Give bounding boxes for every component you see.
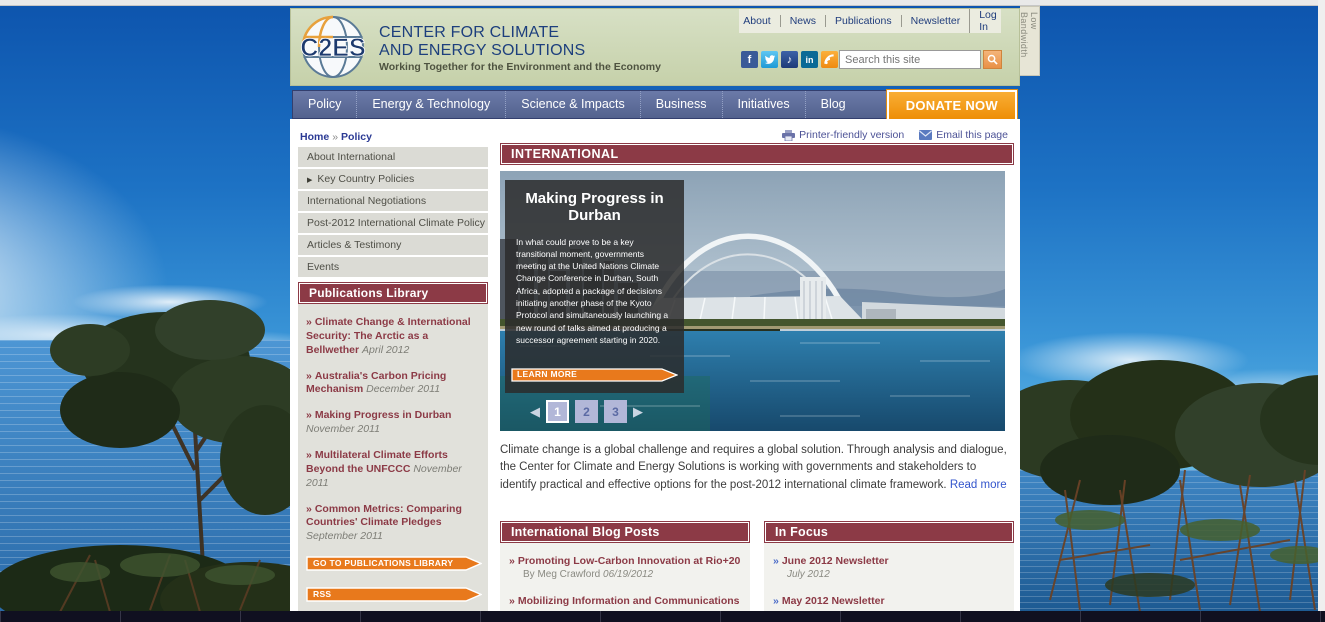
international-section-header: INTERNATIONAL	[500, 143, 1014, 165]
donate-now-button[interactable]: DONATE NOW	[887, 90, 1017, 121]
in-focus-item[interactable]: »June 2012 Newsletter July 2012	[773, 554, 1005, 582]
publication-item[interactable]: »Making Progress in Durban November 2011	[306, 409, 480, 437]
printer-icon	[782, 130, 795, 141]
blog-posts-header: International Blog Posts	[500, 521, 750, 543]
nav-item-blog[interactable]: Blog	[805, 91, 861, 118]
publication-item[interactable]: »Common Metrics: Comparing Countries' Cl…	[306, 503, 480, 545]
social-icons: f ♪ in	[741, 51, 838, 68]
nav-item-policy[interactable]: Policy	[293, 91, 356, 118]
carousel-pager: ◀ 1 2 3 ▶	[530, 400, 643, 423]
sidebar-item-key-country-policies[interactable]: ▶Key Country Policies	[298, 169, 488, 189]
carousel-page-2[interactable]: 2	[575, 400, 598, 423]
publications-library-header: Publications Library	[298, 282, 488, 304]
breadcrumb-separator: »	[329, 131, 341, 143]
linkedin-icon[interactable]: in	[801, 51, 818, 68]
blog-post[interactable]: »Promoting Low-Carbon Innovation at Rio+…	[509, 554, 741, 582]
utility-nav: About News Publications Newsletter Log I…	[739, 9, 1001, 33]
slide-text: In what could prove to be a key transiti…	[505, 234, 684, 349]
carousel: Making Progress in Durban In what could …	[500, 171, 1005, 431]
nav-item-energy-technology[interactable]: Energy & Technology	[356, 91, 505, 118]
site-header: C2ES CENTER FOR CLIMATE AND ENERGY SOLUT…	[290, 8, 1020, 86]
rss-icon[interactable]	[821, 51, 838, 68]
low-bandwidth-tab[interactable]: Low Bandwidth	[1020, 6, 1040, 76]
background-water	[0, 340, 292, 612]
printer-friendly-link[interactable]: Printer-friendly version	[782, 129, 904, 141]
double-chevron-icon: »	[773, 595, 779, 607]
carousel-slide-panel: Making Progress in Durban In what could …	[505, 180, 684, 393]
carousel-next-icon[interactable]: ▶	[633, 405, 643, 418]
in-focus-header: In Focus	[764, 521, 1014, 543]
site-container: C2ES CENTER FOR CLIMATE AND ENERGY SOLUT…	[290, 6, 1020, 622]
scrollbar-strip[interactable]	[1318, 0, 1325, 622]
lower-sections: International Blog Posts »Promoting Low-…	[500, 521, 1014, 622]
background-water	[1020, 470, 1325, 612]
publication-item[interactable]: »Australia's Carbon Pricing Mechanism De…	[306, 370, 480, 398]
double-chevron-icon: »	[509, 555, 515, 567]
utility-link-newsletter[interactable]: Newsletter	[901, 15, 970, 27]
publications-list: »Climate Change & International Security…	[298, 304, 488, 618]
in-focus-section: In Focus »June 2012 Newsletter July 2012…	[764, 521, 1014, 622]
search-input[interactable]	[839, 50, 981, 69]
carousel-prev-icon[interactable]: ◀	[530, 405, 540, 418]
double-chevron-icon: »	[306, 370, 312, 382]
publication-item[interactable]: »Multilateral Climate Efforts Beyond the…	[306, 449, 480, 491]
double-chevron-icon: »	[306, 503, 312, 515]
carousel-page-3[interactable]: 3	[604, 400, 627, 423]
double-chevron-icon: »	[509, 595, 515, 607]
utility-link-login[interactable]: Log In	[969, 9, 1006, 33]
submenu-arrow-icon: ▶	[307, 177, 312, 184]
tagline: Working Together for the Environment and…	[379, 61, 661, 73]
logo-acronym: C2ES	[300, 34, 365, 62]
utility-link-about[interactable]: About	[734, 15, 779, 27]
main-column: INTERNATIONAL	[500, 143, 1014, 622]
learn-more-button[interactable]: LEARN MORE	[511, 368, 678, 387]
main-nav: Policy Energy & Technology Science & Imp…	[292, 90, 1018, 119]
content-panel: Home»Policy Printer-friendly version Ema…	[290, 119, 1020, 622]
sidebar-item-articles-testimony[interactable]: Articles & Testimony	[298, 235, 488, 255]
nav-item-initiatives[interactable]: Initiatives	[722, 91, 805, 118]
search-button[interactable]	[983, 50, 1002, 69]
breadcrumb-home[interactable]: Home	[300, 131, 329, 143]
c2es-globe-logo[interactable]: C2ES	[300, 15, 366, 79]
go-to-publications-library-button[interactable]: GO TO PUBLICATIONS LIBRARY	[306, 556, 482, 571]
search-icon	[987, 54, 998, 65]
itunes-music-icon[interactable]: ♪	[781, 51, 798, 68]
double-chevron-icon: »	[306, 409, 312, 421]
intro-paragraph: Climate change is a global challenge and…	[500, 442, 1012, 494]
utility-link-publications[interactable]: Publications	[825, 15, 901, 27]
sidebar-item-international-negotiations[interactable]: International Negotiations	[298, 191, 488, 211]
publication-item[interactable]: »Climate Change & International Security…	[306, 316, 480, 358]
site-search	[839, 50, 1002, 69]
email-page-link[interactable]: Email this page	[919, 129, 1008, 141]
read-more-link[interactable]: Read more	[950, 479, 1007, 491]
email-icon	[919, 130, 932, 140]
slide-title: Making Progress in Durban	[505, 180, 684, 234]
nav-item-business[interactable]: Business	[640, 91, 722, 118]
carousel-page-1[interactable]: 1	[546, 400, 569, 423]
sidebar-item-about-international[interactable]: About International	[298, 147, 488, 167]
browser-top-strip	[0, 0, 1325, 6]
nav-item-science-impacts[interactable]: Science & Impacts	[505, 91, 640, 118]
rss-button[interactable]: RSS	[306, 587, 482, 602]
breadcrumb-current: Policy	[341, 131, 372, 143]
sidebar-item-post-2012[interactable]: Post-2012 International Climate Policy	[298, 213, 488, 233]
org-name: CENTER FOR CLIMATE AND ENERGY SOLUTIONS	[379, 24, 585, 60]
taskbar-strip	[0, 611, 1325, 622]
double-chevron-icon: »	[306, 316, 312, 328]
sidebar-item-events[interactable]: Events	[298, 257, 488, 277]
sidebar: About International ▶Key Country Policie…	[298, 147, 488, 618]
facebook-icon[interactable]: f	[741, 51, 758, 68]
page-tools: Printer-friendly version Email this page	[782, 129, 1008, 141]
twitter-icon[interactable]	[761, 51, 778, 68]
utility-link-news[interactable]: News	[780, 15, 825, 27]
international-blog-posts-section: International Blog Posts »Promoting Low-…	[500, 521, 750, 622]
double-chevron-icon: »	[306, 449, 312, 461]
breadcrumb: Home»Policy	[300, 131, 372, 143]
double-chevron-icon: »	[773, 555, 779, 567]
